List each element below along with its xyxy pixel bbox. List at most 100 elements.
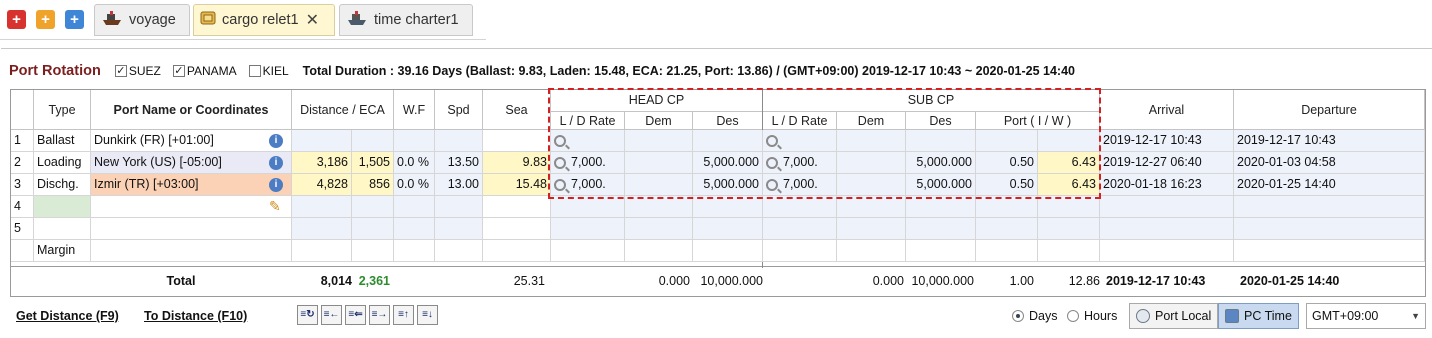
close-icon[interactable]: ✕ <box>306 10 319 30</box>
panama-checkbox[interactable]: ✓ PANAMA <box>172 64 237 78</box>
indent-right-icon[interactable]: ≡→ <box>369 305 390 325</box>
departure-cell[interactable] <box>1234 240 1425 262</box>
wf-cell[interactable] <box>394 218 435 240</box>
head-dem-cell[interactable] <box>625 152 693 174</box>
arrival-cell[interactable]: 2019-12-27 06:40 <box>1100 152 1234 174</box>
head-des-cell[interactable] <box>693 240 763 262</box>
head-ld-rate-cell[interactable] <box>551 130 625 152</box>
close-all-button[interactable]: + <box>7 10 26 29</box>
to-distance-link[interactable]: To Distance (F10) <box>144 309 247 323</box>
spd-cell[interactable] <box>435 218 483 240</box>
eca-cell[interactable] <box>352 240 394 262</box>
sub-dem-cell[interactable] <box>837 218 906 240</box>
type-cell[interactable]: Loading <box>34 152 91 174</box>
info-icon[interactable]: i <box>269 178 283 192</box>
spd-cell[interactable] <box>435 130 483 152</box>
kiel-checkbox[interactable]: KIEL <box>248 64 289 78</box>
head-dem-cell[interactable] <box>625 196 693 218</box>
departure-cell[interactable]: 2020-01-03 04:58 <box>1234 152 1425 174</box>
port-cell[interactable] <box>91 240 292 262</box>
sub-des-cell[interactable] <box>906 218 976 240</box>
departure-cell[interactable] <box>1234 196 1425 218</box>
add-orange-button[interactable]: + <box>36 10 55 29</box>
head-dem-cell[interactable] <box>625 174 693 196</box>
sub-ld-rate-cell[interactable]: 7,000. <box>763 174 837 196</box>
eca-cell[interactable] <box>352 130 394 152</box>
move-left-icon[interactable]: ≡← <box>321 305 342 325</box>
sub-dem-cell[interactable] <box>837 130 906 152</box>
wf-cell[interactable] <box>394 240 435 262</box>
distance-cell[interactable] <box>292 218 352 240</box>
port-idle-cell[interactable]: 0.50 <box>976 174 1038 196</box>
wf-cell[interactable] <box>394 196 435 218</box>
arrival-cell[interactable] <box>1100 218 1234 240</box>
eca-cell[interactable] <box>352 196 394 218</box>
sub-des-cell[interactable] <box>906 130 976 152</box>
arrival-cell[interactable] <box>1100 196 1234 218</box>
eca-cell[interactable]: 1,505 <box>352 152 394 174</box>
sub-dem-cell[interactable] <box>837 174 906 196</box>
head-ld-rate-cell[interactable] <box>551 196 625 218</box>
info-icon[interactable]: i <box>269 134 283 148</box>
sub-dem-cell[interactable] <box>837 196 906 218</box>
distance-cell[interactable] <box>292 130 352 152</box>
hours-radio[interactable]: Hours <box>1067 309 1117 323</box>
pc-time-button[interactable]: PC Time <box>1218 303 1299 329</box>
port-idle-cell[interactable] <box>976 218 1038 240</box>
type-cell[interactable]: Margin <box>34 240 91 262</box>
departure-cell[interactable]: 2019-12-17 10:43 <box>1234 130 1425 152</box>
eca-cell[interactable] <box>352 218 394 240</box>
head-des-cell[interactable]: 5,000.000 <box>693 152 763 174</box>
port-cell[interactable] <box>91 218 292 240</box>
search-icon[interactable] <box>766 156 778 169</box>
departure-cell[interactable]: 2020-01-25 14:40 <box>1234 174 1425 196</box>
head-ld-rate-cell[interactable] <box>551 240 625 262</box>
sub-des-cell[interactable] <box>906 240 976 262</box>
insert-row-icon[interactable]: ≡↻ <box>297 305 318 325</box>
port-idle-cell[interactable] <box>976 240 1038 262</box>
type-cell[interactable]: Ballast <box>34 130 91 152</box>
sub-ld-rate-cell[interactable] <box>763 240 837 262</box>
port-cell[interactable]: ✎ <box>91 196 292 218</box>
head-ld-rate-cell[interactable]: 7,000. <box>551 174 625 196</box>
eca-cell[interactable]: 856 <box>352 174 394 196</box>
head-dem-cell[interactable] <box>625 130 693 152</box>
search-icon[interactable] <box>766 134 778 147</box>
move-down-icon[interactable]: ≡↓ <box>417 305 438 325</box>
suez-checkbox[interactable]: ✓ SUEZ <box>114 64 161 78</box>
info-icon[interactable]: i <box>269 156 283 170</box>
spd-cell[interactable] <box>435 240 483 262</box>
sub-des-cell[interactable] <box>906 196 976 218</box>
search-icon[interactable] <box>766 178 778 191</box>
timezone-select[interactable]: GMT+09:00 ▼ <box>1306 303 1426 329</box>
sub-dem-cell[interactable] <box>837 240 906 262</box>
search-icon[interactable] <box>554 178 566 191</box>
port-idle-cell[interactable] <box>976 130 1038 152</box>
arrival-cell[interactable] <box>1100 240 1234 262</box>
spd-cell[interactable] <box>435 196 483 218</box>
tab-voyage[interactable]: voyage <box>94 4 190 36</box>
head-ld-rate-cell[interactable] <box>551 218 625 240</box>
port-cell[interactable]: Dunkirk (FR) [+01:00] i <box>91 130 292 152</box>
distance-cell[interactable] <box>292 240 352 262</box>
tab-time-charter[interactable]: time charter1 <box>339 4 473 36</box>
sub-des-cell[interactable]: 5,000.000 <box>906 152 976 174</box>
head-ld-rate-cell[interactable]: 7,000. <box>551 152 625 174</box>
add-blue-button[interactable]: + <box>65 10 84 29</box>
head-des-cell[interactable] <box>693 130 763 152</box>
port-cell[interactable]: Izmir (TR) [+03:00] i <box>91 174 292 196</box>
sub-des-cell[interactable]: 5,000.000 <box>906 174 976 196</box>
tab-cargo-relet[interactable]: cargo relet1 ✕ <box>193 4 335 36</box>
sub-ld-rate-cell[interactable] <box>763 218 837 240</box>
sub-ld-rate-cell[interactable] <box>763 130 837 152</box>
indent-left-icon[interactable]: ≡⇐ <box>345 305 366 325</box>
sub-dem-cell[interactable] <box>837 152 906 174</box>
spd-cell[interactable]: 13.50 <box>435 152 483 174</box>
wf-cell[interactable] <box>394 130 435 152</box>
port-idle-cell[interactable]: 0.50 <box>976 152 1038 174</box>
head-des-cell[interactable] <box>693 196 763 218</box>
days-radio[interactable]: Days <box>1012 309 1057 323</box>
spd-cell[interactable]: 13.00 <box>435 174 483 196</box>
head-des-cell[interactable]: 5,000.000 <box>693 174 763 196</box>
arrival-cell[interactable]: 2019-12-17 10:43 <box>1100 130 1234 152</box>
